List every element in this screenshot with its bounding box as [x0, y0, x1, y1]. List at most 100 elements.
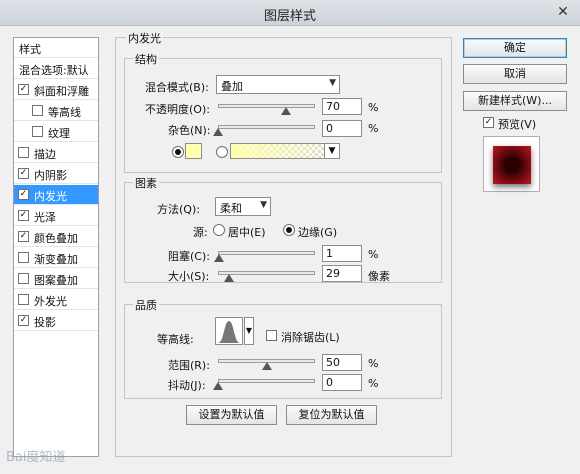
noise-field[interactable]: 0 — [322, 120, 362, 137]
contour-picker[interactable] — [215, 317, 243, 345]
style-list-item[interactable]: ✓ 斜面和浮雕 — [14, 80, 98, 100]
size-field[interactable]: 29 — [322, 265, 362, 282]
style-list-item[interactable]: 纹理 — [14, 122, 98, 142]
opacity-field[interactable]: 70 — [322, 98, 362, 115]
opacity-label: 不透明度(O): — [145, 103, 210, 116]
source-label: 源: — [193, 226, 208, 239]
style-list-item-label: 投影 — [34, 316, 56, 329]
watermark-logo: Bai度知道 — [6, 450, 66, 465]
noise-slider[interactable] — [213, 122, 315, 136]
style-checkbox[interactable] — [18, 252, 29, 263]
style-list-item[interactable]: 混合选项:默认 — [14, 59, 98, 79]
style-list-item[interactable]: 渐变叠加 — [14, 248, 98, 268]
style-list-item[interactable]: 外发光 — [14, 290, 98, 310]
chevron-down-icon: ▼ — [260, 200, 267, 210]
style-list-item[interactable]: 图案叠加 — [14, 269, 98, 289]
new-style-button[interactable]: 新建样式(W)... — [463, 91, 567, 111]
size-slider[interactable] — [218, 268, 315, 282]
make-default-button[interactable]: 设置为默认值 — [186, 405, 277, 425]
style-list-item-label: 斜面和浮雕 — [34, 85, 89, 98]
antialias-checkbox[interactable] — [266, 330, 277, 341]
choke-label: 阻塞(C): — [168, 250, 210, 263]
style-list-item[interactable]: ✓ 投影 — [14, 311, 98, 331]
style-checkbox[interactable]: ✓ — [18, 231, 29, 242]
range-unit: % — [368, 357, 379, 370]
range-slider-thumb[interactable] — [261, 362, 272, 370]
style-checkbox[interactable]: ✓ — [18, 84, 29, 95]
ok-button[interactable]: 确定 — [463, 38, 567, 58]
opacity-slider-thumb[interactable] — [280, 107, 291, 115]
title-bar: 图层样式 ✕ — [0, 0, 580, 26]
style-checkbox[interactable] — [18, 294, 29, 305]
style-list-item[interactable]: ✓ 颜色叠加 — [14, 227, 98, 247]
style-preview — [483, 136, 540, 192]
choke-slider[interactable] — [213, 248, 315, 262]
style-list-item[interactable]: 描边 — [14, 143, 98, 163]
technique-value: 柔和 — [220, 202, 242, 215]
close-icon[interactable]: ✕ — [554, 4, 572, 20]
style-list-item-label: 外发光 — [34, 295, 67, 308]
cancel-button[interactable]: 取消 — [463, 64, 567, 84]
style-list: 样式 混合选项:默认 ✓ 斜面和浮雕 等高线 纹理 描边 ✓ 内阴影 ✓ 内发光 ✓ 光泽 ✓ 颜色叠加渐… — [13, 37, 99, 457]
structure-group: 结构 混合模式(B): 叠加 ▼ 不透明度(O): 70 % 杂色(N): 0 … — [124, 51, 442, 173]
quality-group: 品质 等高线: ▼ 消除锯齿(L) 范围(R): 50 % 抖动(J): 0 % — [124, 297, 442, 399]
jitter-unit: % — [368, 377, 379, 390]
gradient-dropdown-icon[interactable]: ▼ — [324, 143, 340, 159]
size-label: 大小(S): — [168, 270, 210, 283]
style-checkbox[interactable]: ✓ — [18, 315, 29, 326]
jitter-slider-thumb[interactable] — [213, 382, 223, 390]
style-list-item-label: 混合选项:默认 — [19, 64, 89, 77]
glow-color-swatch[interactable] — [185, 143, 202, 159]
jitter-field[interactable]: 0 — [322, 374, 362, 391]
opacity-slider[interactable] — [218, 101, 315, 115]
choke-unit: % — [368, 248, 379, 261]
style-list-item-label: 等高线 — [48, 106, 81, 119]
style-list-item[interactable]: 等高线 — [14, 101, 98, 121]
style-list-item[interactable]: ✓ 内阴影 — [14, 164, 98, 184]
antialias-label: 消除锯齿(L) — [281, 331, 340, 344]
jitter-slider[interactable] — [213, 376, 315, 390]
gradient-swatch[interactable]: ▼ — [230, 143, 340, 159]
style-list-item-label: 描边 — [34, 148, 56, 161]
solid-color-radio[interactable] — [172, 146, 184, 158]
style-list-item-label: 内发光 — [34, 190, 67, 203]
jitter-label: 抖动(J): — [168, 379, 206, 392]
structure-title: 结构 — [133, 51, 159, 67]
style-list-item[interactable]: ✓ 内发光 — [14, 185, 98, 205]
noise-label: 杂色(N): — [168, 124, 211, 137]
blend-mode-select[interactable]: 叠加 ▼ — [216, 75, 340, 94]
chevron-down-icon: ▼ — [329, 78, 336, 88]
noise-slider-thumb[interactable] — [213, 128, 223, 136]
style-list-item-label: 颜色叠加 — [34, 232, 78, 245]
choke-slider-thumb[interactable] — [213, 254, 224, 262]
choke-field[interactable]: 1 — [322, 245, 362, 262]
size-slider-thumb[interactable] — [224, 274, 235, 282]
contour-label: 等高线: — [157, 333, 194, 346]
contour-dropdown-icon[interactable]: ▼ — [244, 317, 254, 345]
style-checkbox[interactable]: ✓ — [18, 168, 29, 179]
opacity-unit: % — [368, 101, 379, 114]
style-list-item[interactable]: ✓ 光泽 — [14, 206, 98, 226]
source-center-radio[interactable] — [213, 224, 225, 236]
source-edge-radio[interactable] — [283, 224, 295, 236]
style-list-item-label: 渐变叠加 — [34, 253, 78, 266]
reset-default-button[interactable]: 复位为默认值 — [286, 405, 377, 425]
style-list-item-label: 图案叠加 — [34, 274, 78, 287]
range-slider[interactable] — [218, 356, 315, 370]
style-checkbox[interactable] — [18, 273, 29, 284]
quality-title: 品质 — [133, 297, 159, 313]
elements-group: 图素 方法(Q): 柔和 ▼ 源: 居中(E) 边缘(G) 阻塞(C): 1 %… — [124, 175, 442, 283]
style-list-header[interactable]: 样式 — [14, 38, 98, 58]
style-checkbox[interactable] — [18, 147, 29, 158]
style-checkbox[interactable]: ✓ — [18, 189, 29, 200]
style-checkbox[interactable] — [32, 105, 43, 116]
range-label: 范围(R): — [168, 359, 210, 372]
gradient-radio[interactable] — [216, 146, 228, 158]
preview-checkbox[interactable]: ✓ — [483, 117, 494, 128]
style-checkbox[interactable]: ✓ — [18, 210, 29, 221]
technique-select[interactable]: 柔和 ▼ — [215, 197, 271, 216]
style-checkbox[interactable] — [32, 126, 43, 137]
source-center-label: 居中(E) — [228, 226, 266, 239]
inner-glow-panel: 内发光 结构 混合模式(B): 叠加 ▼ 不透明度(O): 70 % 杂色(N)… — [115, 30, 452, 457]
range-field[interactable]: 50 — [322, 354, 362, 371]
